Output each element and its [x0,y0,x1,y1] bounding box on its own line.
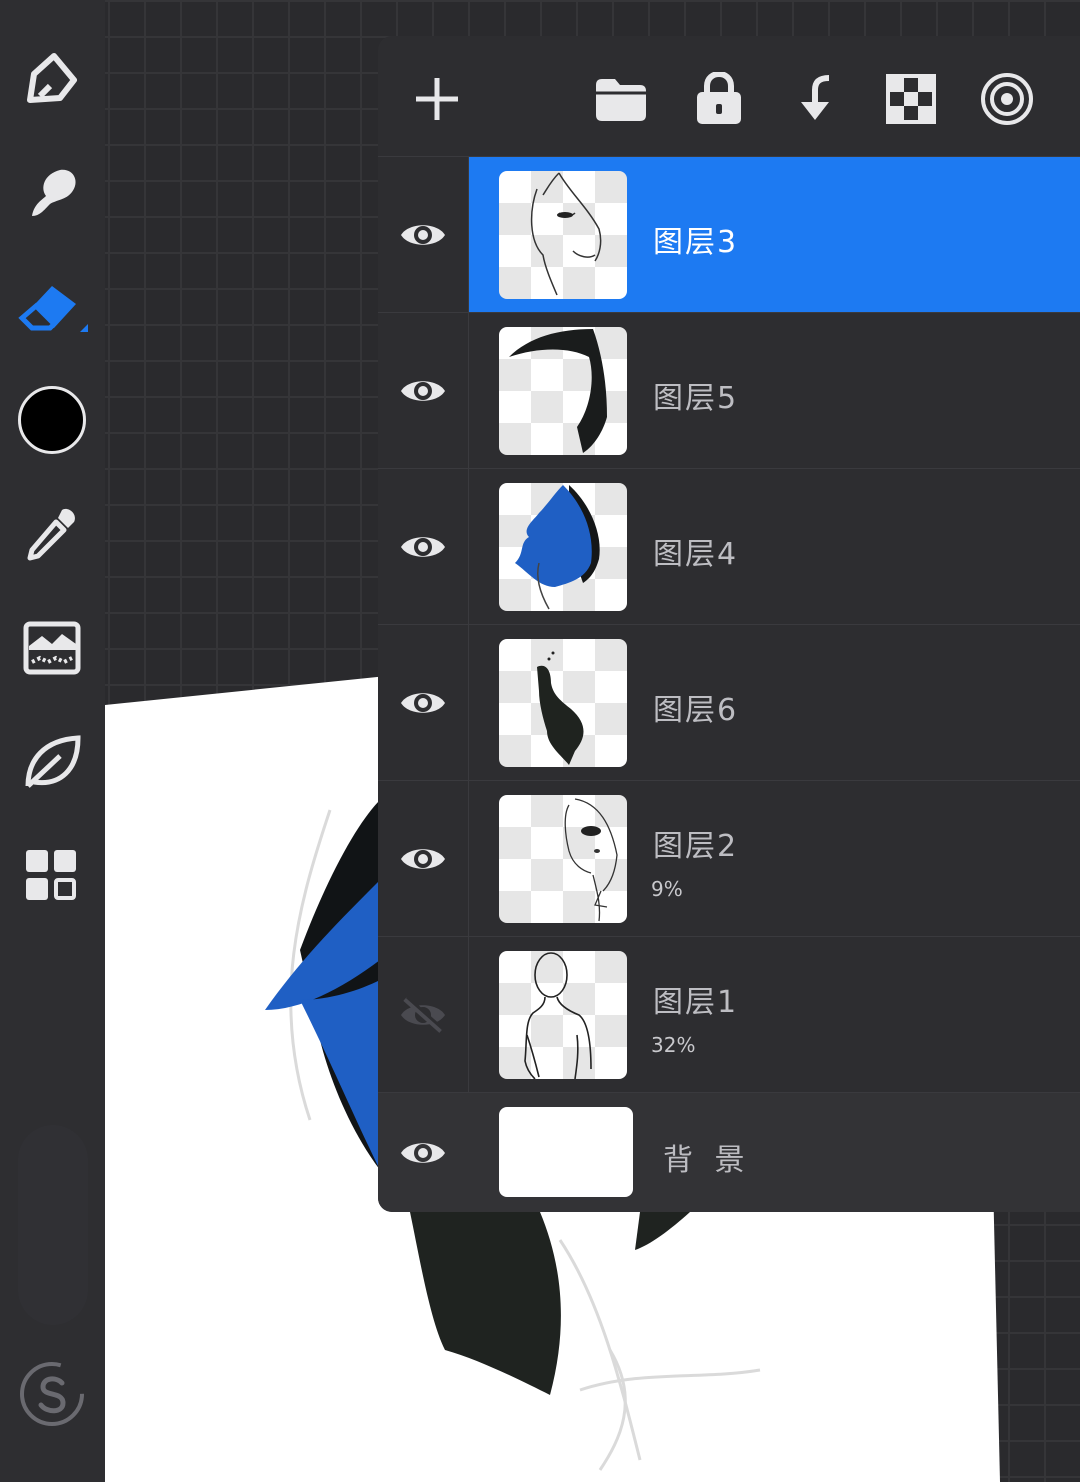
layer-thumbnail [499,639,627,767]
target-icon[interactable] [972,64,1042,134]
layer-name: 背 景 [663,1143,751,1178]
eye-icon[interactable] [378,625,469,781]
leaf-icon[interactable] [12,722,92,802]
size-slider[interactable] [18,1125,88,1325]
adjustments-icon[interactable] [12,608,92,688]
layer-name: 图层2 [653,829,739,864]
layer-row[interactable]: 图层4 [378,468,1080,625]
eyedropper-icon[interactable] [12,494,92,574]
lock-icon[interactable] [684,64,754,134]
checker-icon[interactable] [876,64,946,134]
eye-icon[interactable] [378,469,469,625]
eye-icon[interactable] [378,157,469,313]
background-layer-row[interactable]: 背 景 [378,1092,1080,1212]
plus-icon[interactable] [402,64,472,134]
layer-name: 图层1 [653,985,739,1020]
left-toolbar [0,0,105,1482]
background-color-swatch[interactable] [499,1107,633,1197]
layer-opacity: 9% [651,877,683,901]
eye-icon[interactable] [378,313,469,469]
layer-thumbnail [499,171,627,299]
eraser-icon[interactable] [12,266,92,346]
layer-thumbnail [499,483,627,611]
layers-panel: 图层3 图层5 图层4 图层6 图层2 9% 图层1 32% 背 景 [378,36,1080,1212]
eye-hidden-icon[interactable] [378,937,469,1093]
paint-brush-icon[interactable] [12,38,92,118]
layer-row[interactable]: 图层2 9% [378,780,1080,937]
folder-icon[interactable] [586,64,656,134]
layer-thumbnail [499,951,627,1079]
merge-down-icon[interactable] [781,64,851,134]
gallery-grid-icon[interactable] [12,836,92,916]
layer-thumbnail [499,327,627,455]
layers-panel-header [378,36,1080,156]
layer-name: 图层5 [653,381,739,416]
eye-icon[interactable] [378,781,469,937]
layer-name: 图层3 [653,225,739,260]
layer-name: 图层4 [653,537,739,572]
layer-row[interactable]: 图层6 [378,624,1080,781]
layer-row[interactable]: 图层3 [378,156,1080,313]
layer-name: 图层6 [653,693,739,728]
layer-thumbnail [499,795,627,923]
layer-row[interactable]: 图层1 32% [378,936,1080,1093]
s-logo-icon[interactable] [12,1354,92,1434]
eye-icon[interactable] [378,1093,468,1212]
layer-row[interactable]: 图层5 [378,312,1080,469]
smudge-icon[interactable] [12,152,92,232]
color-swatch[interactable] [12,380,92,460]
layer-opacity: 32% [651,1033,696,1057]
